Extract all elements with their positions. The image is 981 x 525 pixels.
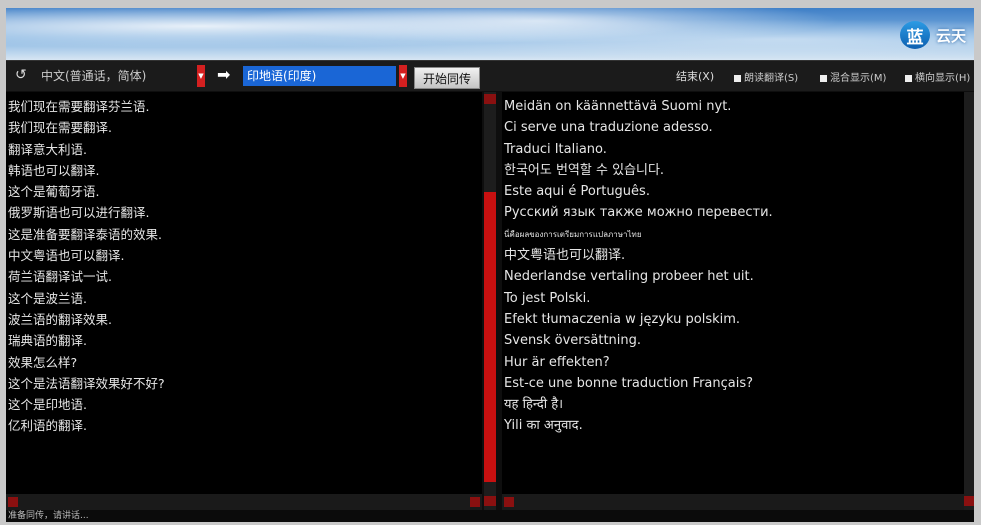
source-line: 韩语也可以翻译.	[8, 162, 100, 178]
status-bar: 准备同传，请讲话...	[6, 510, 974, 522]
translation-text-pane[interactable]: Meidän on käännettävä Suomi nyt. Ci serv…	[502, 92, 964, 494]
source-vertical-scrollbar[interactable]	[484, 92, 496, 510]
translation-line: 中文粤语也可以翻译.	[504, 248, 626, 264]
source-line: 效果怎么样?	[8, 354, 78, 370]
app-window: 蓝 云天 ↺ 中文(普通话，简体) ▼ ➡ 印地语(印度) ▼ 开始同传 结束(…	[6, 8, 974, 522]
checkbox-icon[interactable]	[820, 74, 827, 82]
translation-line: Traduci Italiano.	[504, 141, 607, 157]
toolbar: ↺ 中文(普通话，简体) ▼ ➡ 印地语(印度) ▼ 开始同传 结束(X) 朗读…	[6, 60, 974, 91]
translation-line: Nederlandse vertaling probeer het uit.	[504, 269, 754, 285]
mixed-display-option[interactable]: 混合显示(M)	[820, 69, 886, 84]
scroll-down-button[interactable]	[964, 496, 974, 506]
source-line: 俄罗斯语也可以进行翻译.	[8, 205, 150, 221]
brand-logo: 蓝 云天	[899, 20, 966, 50]
arrow-right-icon: ➡	[217, 65, 231, 84]
scroll-up-button[interactable]	[484, 94, 496, 104]
translation-line: To jest Polski.	[504, 290, 591, 306]
translation-line: Hur är effekten?	[504, 354, 610, 370]
scroll-down-button[interactable]	[484, 496, 496, 506]
translation-vertical-scrollbar[interactable]	[964, 92, 974, 510]
source-dropdown-button[interactable]: ▼	[197, 65, 205, 87]
source-line: 波兰语的翻译效果.	[8, 311, 112, 327]
header-banner: 蓝 云天	[6, 8, 974, 60]
translation-line: Yili का अनुवाद.	[504, 418, 583, 434]
translation-line: Ci serve una traduzione adesso.	[504, 120, 713, 136]
source-line: 荷兰语翻译试一试.	[8, 269, 112, 285]
horizontal-display-option[interactable]: 横向显示(H)	[905, 69, 970, 84]
source-line: 中文粤语也可以翻译.	[8, 248, 125, 264]
translation-line: Русский язык также можно перевести.	[504, 205, 773, 221]
translation-line: Est-ce une bonne traduction Français?	[504, 375, 754, 391]
source-horizontal-scrollbar[interactable]	[6, 494, 482, 510]
scroll-right-button[interactable]	[470, 497, 480, 507]
source-line: 这个是葡萄牙语.	[8, 184, 100, 200]
source-line: 这是准备要翻译泰语的效果.	[8, 226, 162, 242]
brand-name: 云天	[935, 26, 966, 45]
source-line: 亿利语的翻译.	[8, 418, 87, 434]
translation-line: นี่คือผลของการเตรียมการแปลภาษาไทย	[504, 229, 642, 239]
option-label: 混合显示(M)	[830, 73, 887, 84]
source-line: 这个是印地语.	[8, 397, 87, 413]
translation-line: Este aqui é Português.	[504, 184, 650, 200]
source-line: 这个是法语翻译效果好不好?	[8, 375, 165, 391]
checkbox-icon[interactable]	[734, 74, 741, 82]
read-translation-option[interactable]: 朗读翻译(S)	[734, 69, 798, 84]
translation-line: Svensk översättning.	[504, 333, 642, 349]
option-label: 横向显示(H)	[915, 73, 971, 84]
end-button[interactable]: 结束(X)	[676, 68, 714, 84]
target-language-select[interactable]: 印地语(印度)	[243, 66, 396, 86]
option-label: 朗读翻译(S)	[744, 73, 799, 84]
logo-badge: 蓝	[899, 21, 930, 49]
translation-line: 한국어도 번역할 수 있습니다.	[504, 162, 665, 178]
source-line: 我们现在需要翻译芬兰语.	[8, 99, 150, 114]
source-line: 瑞典语的翻译.	[8, 333, 87, 349]
scroll-left-button[interactable]	[504, 497, 514, 507]
translation-line: Efekt tłumaczenia w języku polskim.	[504, 311, 741, 327]
source-line: 我们现在需要翻译.	[8, 120, 112, 136]
target-dropdown-button[interactable]: ▼	[399, 65, 407, 87]
refresh-icon[interactable]: ↺	[15, 67, 27, 83]
scroll-left-button[interactable]	[8, 497, 18, 507]
translation-line: Meidän on käännettävä Suomi nyt.	[504, 99, 732, 114]
translation-horizontal-scrollbar[interactable]	[502, 494, 964, 510]
source-text-pane[interactable]: 我们现在需要翻译芬兰语. 我们现在需要翻译. 翻译意大利语. 韩语也可以翻译. …	[6, 92, 482, 494]
checkbox-icon[interactable]	[905, 74, 912, 82]
translation-line: यह हिन्दी है।	[504, 397, 564, 413]
source-language-select[interactable]: 中文(普通话，简体)	[39, 66, 196, 86]
source-line: 翻译意大利语.	[8, 141, 87, 157]
scroll-thumb[interactable]	[484, 192, 496, 482]
source-line: 这个是波兰语.	[8, 290, 87, 306]
start-interpretation-button[interactable]: 开始同传	[414, 67, 480, 89]
